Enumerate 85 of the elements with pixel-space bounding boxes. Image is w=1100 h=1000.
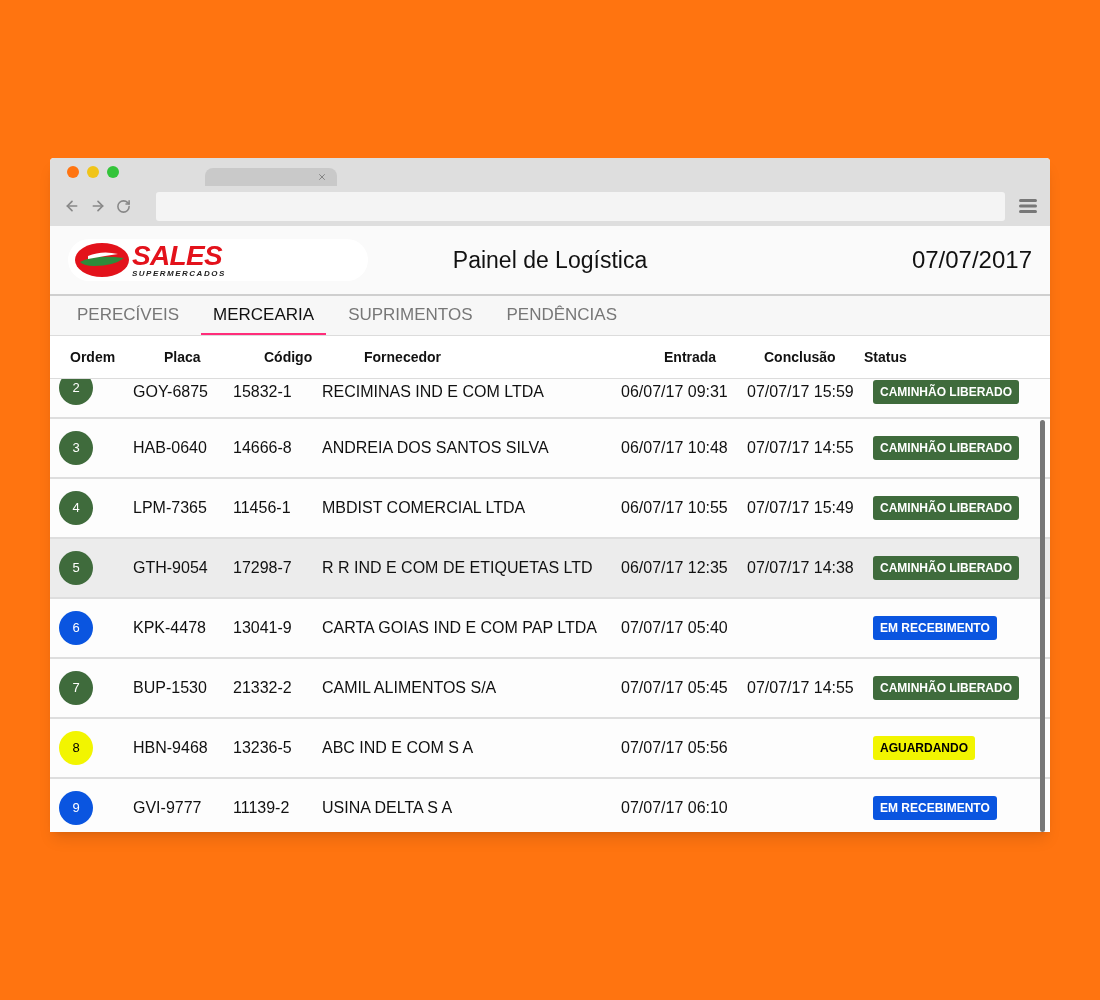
order-number: 2 [59, 379, 93, 405]
logo-tagline: SUPERMERCADOS [132, 270, 226, 278]
table-cell: 07/07/17 15:49 [747, 499, 854, 516]
column-header: Fornecedor [364, 349, 441, 365]
table-cell: BUP-1530 [133, 679, 207, 696]
logo-wordmark: SALES [132, 242, 223, 270]
swoosh-icon [74, 242, 130, 278]
tab[interactable]: SUPRIMENTOS [336, 296, 485, 335]
order-number: 4 [59, 491, 93, 525]
status-badge: CAMINHÃO LIBERADO [873, 436, 1019, 460]
table-cell: LPM-7365 [133, 499, 207, 516]
status-badge: AGUARDANDO [873, 736, 975, 760]
table-cell: 13236-5 [233, 739, 292, 756]
table-cell: 11139-2 [233, 799, 290, 816]
column-header: Entrada [664, 349, 717, 365]
table-row[interactable]: 3 HAB-0640 14666-8 ANDREIA DOS SANTOS SILVA 06/07/17 10:48 07/07/17 14:55 CAMINHÃO LIBERADO [50, 419, 1050, 479]
table-cell: 07/07/17 15:59 [747, 383, 854, 400]
status-badge: CAMINHÃO LIBERADO [873, 676, 1019, 700]
status-badge: CAMINHÃO LIBERADO [873, 496, 1019, 520]
table-cell: GTH-9054 [133, 559, 208, 576]
table-cell: HAB-0640 [133, 439, 207, 456]
table-cell: 21332-2 [233, 679, 292, 696]
order-number: 3 [59, 431, 93, 465]
table-cell: R R IND E COM DE ETIQUETAS LTD [322, 559, 593, 576]
close-icon[interactable] [317, 172, 327, 182]
table-row[interactable]: 2 GOY-6875 15832-1 RECIMINAS IND E COM LTDA 06/07/17 09:31 07/07/17 15:59 CAMINHÃO LIBERADO [50, 379, 1050, 419]
date-text: 07/07/2017 [911, 245, 1032, 275]
status-badge: CAMINHÃO LIBERADO [873, 556, 1019, 580]
minimize-window-icon[interactable] [87, 166, 99, 178]
table-cell: KPK-4478 [133, 619, 206, 636]
menu-icon[interactable] [1019, 198, 1037, 214]
table-cell: 07/07/17 14:55 [747, 439, 854, 456]
table-row[interactable]: 7 BUP-1530 21332-2 CAMIL ALIMENTOS S/A 07/07/17 05:45 07/07/17 14:55 CAMINHÃO LIBERADO [50, 659, 1050, 719]
table-cell: GOY-6875 [133, 383, 208, 400]
order-number: 8 [59, 731, 93, 765]
scrollbar-drawing[interactable] [1040, 420, 1045, 832]
table-row[interactable]: 5 GTH-9054 17298-7 R R IND E COM DE ETIQUETAS LTD 06/07/17 12:35 07/07/17 14:38 CAMINHÃO LIBERADO [50, 539, 1050, 599]
table-cell: 15832-1 [233, 383, 292, 400]
status-badge: EM RECEBIMENTO [873, 796, 997, 820]
table-cell: CARTA GOIAS IND E COM PAP LTDA [322, 619, 598, 636]
column-header: Placa [164, 349, 201, 365]
reload-icon[interactable] [116, 198, 131, 214]
table-cell: 07/07/17 06:10 [621, 799, 728, 816]
tab[interactable]: PENDÊNCIAS [494, 296, 630, 335]
table-row[interactable]: 9 GVI-9777 11139-2 USINA DELTA S A 07/07/17 06:10 EM RECEBIMENTO [50, 779, 1050, 832]
back-icon[interactable] [64, 198, 80, 214]
table-cell: GVI-9777 [133, 799, 202, 816]
table-cell: 06/07/17 10:48 [621, 439, 728, 456]
table-cell: 07/07/17 14:55 [747, 679, 854, 696]
order-number: 6 [59, 611, 93, 645]
table-row[interactable]: 6 KPK-4478 13041-9 CARTA GOIAS IND E COM PAP LTDA 07/07/17 05:40 EM RECEBIMENTO [50, 599, 1050, 659]
maximize-window-icon[interactable] [107, 166, 119, 178]
table-cell: 07/07/17 14:38 [747, 559, 854, 576]
tab[interactable]: PERECÍVEIS [65, 296, 192, 335]
table-cell: ANDREIA DOS SANTOS SILVA [322, 439, 549, 456]
table-row[interactable]: 4 LPM-7365 11456-1 MBDIST COMERCIAL LTDA 06/07/17 10:55 07/07/17 15:49 CAMINHÃO LIBERADO [50, 479, 1050, 539]
table-cell: ABC IND E COM S A [322, 739, 474, 756]
table-row[interactable]: 8 HBN-9468 13236-5 ABC IND E COM S A 07/07/17 05:56 AGUARDANDO [50, 719, 1050, 779]
table-cell: RECIMINAS IND E COM LTDA [322, 383, 544, 400]
table-cell: 07/07/17 05:56 [621, 739, 728, 756]
table-cell: 06/07/17 12:35 [621, 559, 728, 576]
table-cell: 14666-8 [233, 439, 292, 456]
column-header: Conclusão [764, 349, 836, 365]
table-cell: 17298-7 [233, 559, 292, 576]
column-header: Status [864, 349, 907, 365]
order-number: 7 [59, 671, 93, 705]
column-header: Código [264, 349, 313, 365]
close-window-icon[interactable] [67, 166, 79, 178]
table-cell: 06/07/17 09:31 [621, 383, 728, 400]
table-cell: USINA DELTA S A [322, 799, 453, 816]
table-cell: CAMIL ALIMENTOS S/A [322, 679, 497, 696]
column-header: Ordem [70, 349, 116, 365]
table-cell: MBDIST COMERCIAL LTDA [322, 499, 526, 516]
table-cell: 06/07/17 10:55 [621, 499, 728, 516]
table-cell: 13041-9 [233, 619, 292, 636]
table-cell: 07/07/17 05:40 [621, 619, 728, 636]
table-cell: HBN-9468 [133, 739, 208, 756]
status-badge: EM RECEBIMENTO [873, 616, 997, 640]
status-badge: CAMINHÃO LIBERADO [873, 380, 1019, 404]
order-number: 5 [59, 551, 93, 585]
order-number: 9 [59, 791, 93, 825]
forward-icon[interactable] [90, 198, 106, 214]
page-title: Painel de Logística [451, 245, 649, 275]
table-cell: 07/07/17 05:45 [621, 679, 728, 696]
table-cell: 11456-1 [233, 499, 291, 516]
